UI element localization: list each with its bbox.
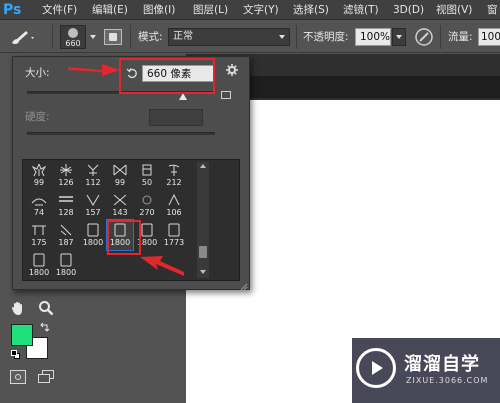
mode-label: 模式:: [138, 31, 163, 43]
mode-value: 正常: [173, 31, 193, 42]
scroll-down-arrow-icon[interactable]: [200, 270, 206, 274]
flow-label: 流量:: [448, 31, 473, 43]
brush-size-number: 126: [58, 178, 74, 187]
brush-preset[interactable]: 1800: [80, 220, 106, 250]
watermark-title: 溜溜自学: [404, 354, 480, 375]
opacity-input[interactable]: 100%: [355, 28, 391, 46]
new-preset-icon[interactable]: [221, 91, 231, 99]
options-bar: 660 模式: 正常 不透明度: 100% 流量: 100: [0, 21, 500, 53]
default-colors-icon[interactable]: [11, 350, 21, 360]
brush-preset[interactable]: 1773: [161, 220, 187, 250]
swap-colors-icon[interactable]: [40, 322, 50, 332]
size-highlight-box: [119, 58, 215, 94]
brush-size-readout: 660: [65, 39, 81, 48]
flow-input[interactable]: 100: [478, 28, 500, 46]
opacity-dropdown[interactable]: [392, 28, 406, 46]
menu-image[interactable]: 图像(I): [143, 3, 175, 17]
opacity-label: 不透明度:: [303, 31, 349, 43]
hardness-input[interactable]: [149, 109, 203, 126]
zoom-tool-icon[interactable]: [38, 300, 54, 316]
brush-preset[interactable]: 50: [134, 160, 160, 190]
resize-grip-icon[interactable]: [240, 281, 248, 291]
mode-select[interactable]: 正常: [168, 28, 290, 46]
brush-size-number: 74: [33, 208, 45, 217]
brush-preset[interactable]: 212: [161, 160, 187, 190]
hardness-label: 硬度:: [25, 111, 50, 123]
brush-preset[interactable]: 128: [53, 190, 79, 220]
chevron-down-icon[interactable]: [90, 35, 96, 39]
hand-tool-icon[interactable]: [10, 300, 26, 316]
menu-edit[interactable]: 编辑(E): [92, 3, 128, 17]
brush-preset[interactable]: 143: [107, 190, 133, 220]
brush-size-number: 1800: [28, 268, 50, 277]
brush-preset[interactable]: 74: [26, 190, 52, 220]
brush-preset[interactable]: 175: [26, 220, 52, 250]
scroll-up-arrow-icon[interactable]: [200, 164, 206, 168]
brush-preset[interactable]: 270: [134, 190, 160, 220]
brush-size-number: 99: [33, 178, 45, 187]
preset-scrollbar[interactable]: [197, 162, 209, 278]
brush-tool-icon[interactable]: [8, 27, 36, 47]
brush-size-number: 143: [112, 208, 128, 217]
menu-view[interactable]: 视图(V): [436, 3, 472, 17]
size-label: 大小:: [25, 67, 50, 79]
brush-preset[interactable]: 1800: [26, 250, 52, 280]
brush-size-number: 1800: [82, 238, 104, 247]
chevron-down-icon: [279, 35, 285, 39]
foreground-color-swatch[interactable]: [11, 324, 33, 346]
brush-preset[interactable]: 126: [53, 160, 79, 190]
photoshop-logo: Ps: [3, 2, 22, 18]
brush-preset[interactable]: 187: [53, 220, 79, 250]
brush-preset-picker[interactable]: 660: [60, 25, 86, 49]
watermark-url: ZIXUE.3066.COM: [406, 376, 489, 385]
hardness-slider-track[interactable]: [27, 132, 215, 135]
brush-preset[interactable]: 99: [26, 160, 52, 190]
menu-file[interactable]: 文件(F): [42, 3, 77, 17]
menu-layer[interactable]: 图层(L): [193, 3, 228, 17]
red-arrow-left: [136, 250, 186, 280]
divider: [296, 25, 297, 49]
brush-preset[interactable]: 106: [161, 190, 187, 220]
document-tab-bar: [248, 76, 500, 98]
brush-size-number: 128: [58, 208, 74, 217]
brush-preset[interactable]: 99: [107, 160, 133, 190]
brush-preset[interactable]: 112: [80, 160, 106, 190]
brush-size-number: 50: [141, 178, 153, 187]
brush-size-number: 106: [166, 208, 182, 217]
brush-size-number: 112: [85, 178, 101, 187]
screen-mode-icon[interactable]: [38, 370, 56, 384]
red-arrow-right: [66, 58, 122, 80]
divider: [440, 25, 441, 49]
brush-preset[interactable]: 1800: [53, 250, 79, 280]
brush-preset[interactable]: 157: [80, 190, 106, 220]
pressure-opacity-icon[interactable]: [414, 27, 434, 47]
menu-type[interactable]: 文字(Y): [243, 3, 279, 17]
menu-window[interactable]: 窗: [487, 3, 498, 17]
quick-mask-icon[interactable]: [10, 370, 26, 384]
divider: [130, 25, 131, 49]
brush-size-number: 1800: [55, 268, 77, 277]
watermark: 溜溜自学 ZIXUE.3066.COM: [352, 338, 500, 403]
brush-size-number: 1773: [163, 238, 185, 247]
play-logo-icon: [356, 348, 396, 388]
menu-3d[interactable]: 3D(D): [393, 3, 424, 17]
size-slider-handle[interactable]: [179, 93, 187, 100]
menu-bar: Ps 文件(F) 编辑(E) 图像(I) 图层(L) 文字(Y) 选择(S) 滤…: [0, 0, 500, 20]
divider: [52, 25, 53, 49]
chevron-down-icon: [396, 35, 402, 39]
menu-filter[interactable]: 滤镜(T): [343, 3, 379, 17]
brush-size-number: 270: [139, 208, 155, 217]
brush-size-number: 157: [85, 208, 101, 217]
brush-size-number: 212: [166, 178, 182, 187]
brush-panel-toggle-icon[interactable]: [104, 29, 122, 45]
brush-size-number: 99: [114, 178, 126, 187]
scrollbar-thumb[interactable]: [199, 246, 207, 258]
menu-select[interactable]: 选择(S): [293, 3, 329, 17]
brush-size-number: 175: [31, 238, 47, 247]
gear-icon[interactable]: [225, 63, 239, 77]
brush-size-number: 187: [58, 238, 74, 247]
